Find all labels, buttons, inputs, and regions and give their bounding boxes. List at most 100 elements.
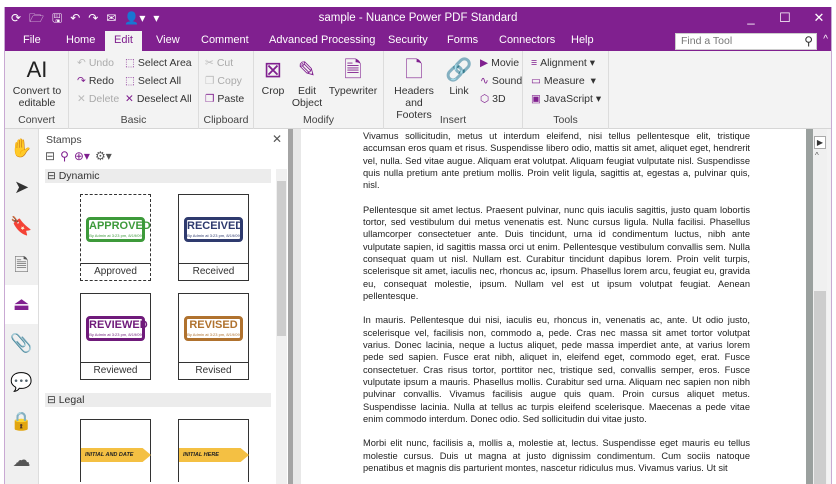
hand-tool-icon[interactable]: ✋ [5, 129, 38, 168]
cut-button[interactable]: ✂ Cut [205, 57, 233, 69]
panel-scrollbar[interactable] [276, 169, 287, 484]
typewriter-button[interactable]: 🗎 Typewriter [326, 55, 380, 97]
section-legal[interactable]: ⊟ Legal [45, 393, 271, 407]
tab-connectors[interactable]: Connectors [493, 31, 561, 51]
scrollbar-thumb[interactable] [814, 291, 826, 484]
search-icon[interactable]: ⚲ [804, 34, 813, 48]
redo-button[interactable]: ↷ Redo [77, 75, 114, 87]
document-scrollbar[interactable]: ▶ ^ [813, 129, 827, 484]
stamp-text: REVISED [189, 319, 238, 331]
attachments-icon[interactable]: 📎 [5, 324, 38, 363]
paragraph: Vivamus sollicitudin, metus ut interdum … [363, 131, 750, 191]
link-icon: 🔗 [445, 57, 473, 82]
select-all-button[interactable]: ⬚ Select All [125, 75, 181, 87]
settings-gear-icon[interactable]: ⚙▾ [95, 149, 112, 163]
left-tool-strip: ✋ ➤ 🔖 🗎 ⏏ 📎 💬 🔒 ☁ [5, 129, 39, 484]
movie-button[interactable]: ▶ Movie [480, 57, 519, 69]
alignment-dropdown[interactable]: ≡ Alignment ▾ [531, 57, 595, 69]
stamp-initial-and-date[interactable]: INITIAL AND DATE [80, 419, 151, 482]
stamp-revised[interactable]: REVISED By Admin at 3:23 pm, 8/19/09 Revi… [178, 293, 249, 380]
paste-button[interactable]: ❐ Paste [205, 93, 244, 105]
deselect-all-icon: ✕ [125, 93, 134, 105]
pages-icon[interactable]: 🗎 [5, 246, 38, 285]
stamp-reviewed[interactable]: REVIEWED By Admin at 3:23 pm, 8/19/09 Rev… [80, 293, 151, 380]
page-edge-bar [806, 129, 813, 484]
stamp-caption: Approved [81, 263, 150, 280]
close-button[interactable]: ✕ [813, 10, 825, 26]
stamps-panel: Stamps ✕ ⊟ ⚲ ⊕▾ ⚙▾ ⊟ Dynamic APPROVED By … [39, 129, 288, 484]
measure-dropdown[interactable]: ▭ Measure ▾ [531, 75, 596, 87]
crop-button[interactable]: ⊠ Crop [258, 55, 288, 97]
cloud-icon[interactable]: ☁ [5, 441, 38, 480]
stamp-text: APPROVED [89, 220, 151, 232]
redo-icon: ↷ [77, 75, 86, 87]
tab-comment[interactable]: Comment [195, 31, 255, 51]
delete-label: Delete [88, 93, 120, 105]
group-label: Tools [553, 114, 578, 126]
tab-security[interactable]: Security [382, 31, 434, 51]
convert-label: Convert to editable [12, 85, 62, 109]
stamp-approved[interactable]: APPROVED By Admin at 3:23 pm, 8/19/09 App… [80, 194, 151, 281]
undo-button[interactable]: ↶ Undo [77, 57, 114, 69]
bookmarks-icon[interactable]: 🔖 [5, 207, 38, 246]
link-button[interactable]: 🔗 Link [444, 55, 474, 97]
expand-panel-icon[interactable]: ▶ [814, 136, 826, 149]
collapse-all-icon[interactable]: ⊟ [45, 149, 55, 163]
scrollbar-thumb[interactable] [277, 181, 286, 336]
tab-help[interactable]: Help [565, 31, 600, 51]
copy-icon: ❐ [205, 75, 215, 87]
headers-footers-button[interactable]: 🗋 Headers and Footers [386, 55, 442, 121]
group-basic: ↶ Undo ↷ Redo ✕ Delete ⬚ Select Area ⬚ Select… [69, 51, 199, 129]
tab-file[interactable]: File [17, 31, 47, 51]
stamp-caption: Received [179, 263, 248, 280]
select-area-button[interactable]: ⬚ Select Area [125, 57, 192, 69]
stamp-text: REVIEWED [89, 319, 148, 331]
panel-close-icon[interactable]: ✕ [272, 132, 282, 146]
search-icon[interactable]: ⚲ [60, 149, 69, 163]
select-all-icon: ⬚ [125, 75, 135, 87]
section-dynamic[interactable]: ⊟ Dynamic [45, 169, 271, 183]
section-label: Legal [58, 394, 85, 406]
delete-button[interactable]: ✕ Delete [77, 93, 119, 105]
convert-to-editable-button[interactable]: AI Convert to editable [9, 55, 65, 109]
security-lock-icon[interactable]: 🔒 [5, 402, 38, 441]
group-tools: ≡ Alignment ▾ ▭ Measure ▾ ▣ JavaScript ▾ To… [523, 51, 609, 129]
paste-label: Paste [217, 93, 245, 105]
alignment-icon: ≡ [531, 57, 538, 69]
group-label: Insert [439, 114, 467, 126]
movie-icon: ▶ [480, 57, 489, 69]
deselect-all-button[interactable]: ✕ Deselect All [125, 93, 192, 105]
edit-object-button[interactable]: ✎ Edit Object [290, 55, 324, 109]
tab-forms[interactable]: Forms [441, 31, 484, 51]
ribbon: AI Convert to editable Convert ↶ Undo ↷ Red… [5, 51, 831, 129]
group-label: Convert [18, 114, 55, 126]
select-all-label: Select All [137, 75, 182, 87]
scroll-up-icon[interactable]: ^ [815, 151, 819, 160]
find-tool-input[interactable]: Find a Tool ⚲ [675, 33, 817, 50]
copy-button[interactable]: ❐ Copy [205, 75, 242, 87]
tab-edit[interactable]: Edit [105, 31, 142, 51]
tab-view[interactable]: View [150, 31, 186, 51]
sound-button[interactable]: ∿ Sound [480, 75, 522, 87]
tab-advanced-processing[interactable]: Advanced Processing [263, 31, 381, 51]
stamp-initial-here[interactable]: INITIAL HERE [178, 419, 249, 482]
stamp-received[interactable]: RECEIVED By Admin at 3:23 pm, 8/19/09 Rec… [178, 194, 249, 281]
maximize-button[interactable]: ☐ [779, 10, 791, 26]
stamps-icon[interactable]: ⏏ [5, 285, 38, 324]
link-label: Link [449, 85, 469, 97]
paragraph: In mauris. Pellentesque dui nisi, iaculi… [363, 315, 750, 424]
collapse-ribbon-button[interactable]: ^ [823, 34, 828, 45]
select-tool-icon[interactable]: ➤ [5, 168, 38, 207]
add-stamp-icon[interactable]: ⊕▾ [74, 149, 90, 163]
edit-object-icon: ✎ [297, 57, 317, 82]
section-label: Dynamic [58, 170, 100, 182]
comments-icon[interactable]: 💬 [5, 363, 38, 402]
minimize-button[interactable]: _ [745, 10, 757, 26]
ruler-icon: ▭ [531, 75, 541, 87]
3d-button[interactable]: ⬡ 3D [480, 93, 506, 105]
stamp-subtext: By Admin at 3:23 pm, 8/19/09 [89, 233, 142, 238]
javascript-dropdown[interactable]: ▣ JavaScript ▾ [531, 93, 601, 105]
redo-label: Redo [88, 75, 114, 87]
ribbon-tabs: File Home Edit View Comment Advanced Pro… [5, 31, 831, 51]
tab-home[interactable]: Home [60, 31, 101, 51]
